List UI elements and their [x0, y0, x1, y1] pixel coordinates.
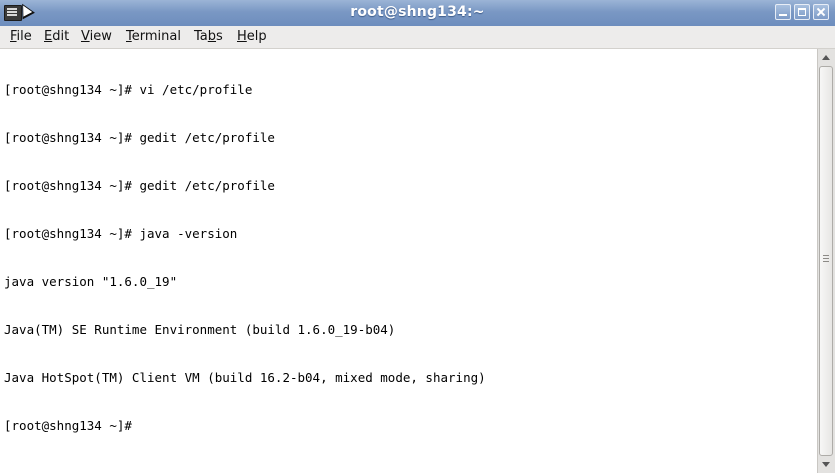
- menu-file[interactable]: File: [10, 29, 32, 44]
- terminal-output-area[interactable]: [root@shng134 ~]# vi /etc/profile [root@…: [0, 49, 817, 473]
- terminal-line: Java HotSpot(TM) Client VM (build 16.2-b…: [4, 370, 486, 385]
- terminal-line: [root@shng134 ~]# java -version: [4, 226, 238, 241]
- minimize-icon[interactable]: [775, 4, 791, 20]
- scroll-up-arrow-icon[interactable]: [819, 51, 833, 65]
- menu-edit-label: dit: [52, 29, 70, 44]
- menu-view-mnemonic: V: [81, 29, 90, 44]
- scroll-down-arrow-icon[interactable]: [819, 457, 833, 471]
- menu-terminal-label: erminal: [131, 29, 181, 44]
- maximize-icon[interactable]: [794, 4, 810, 20]
- menu-tabs-label-post: s: [216, 29, 223, 44]
- menu-edit[interactable]: Edit: [44, 29, 69, 44]
- terminal-line: [root@shng134 ~]# vi /etc/profile: [4, 82, 253, 97]
- menu-tabs[interactable]: Tabs: [194, 29, 223, 44]
- menu-view[interactable]: View: [81, 29, 112, 44]
- menu-file-label: ile: [16, 29, 32, 44]
- menu-help-label: elp: [246, 29, 267, 44]
- scrollbar-thumb[interactable]: [819, 66, 833, 456]
- vertical-scrollbar[interactable]: [817, 49, 835, 473]
- terminal-line: Java(TM) SE Runtime Environment (build 1…: [4, 322, 396, 337]
- close-icon[interactable]: [813, 4, 829, 20]
- terminal-line: [root@shng134 ~]# gedit /etc/profile: [4, 130, 275, 145]
- terminal-prompt-line: [root@shng134 ~]#: [4, 418, 132, 433]
- menu-bar: File Edit View Terminal Tabs Help: [0, 26, 835, 49]
- terminal-line: [root@shng134 ~]# gedit /etc/profile: [4, 178, 275, 193]
- menu-tabs-mnemonic: b: [207, 29, 217, 44]
- title-bar[interactable]: root@shng134:~: [0, 0, 835, 27]
- menu-edit-mnemonic: E: [44, 29, 53, 44]
- grip-icon: [823, 255, 829, 256]
- terminal-window: root@shng134:~ File Edit View Terminal T…: [0, 0, 835, 473]
- menu-help[interactable]: Help: [237, 29, 267, 44]
- menu-tabs-label-pre: Ta: [194, 29, 208, 44]
- window-title: root@shng134:~: [350, 4, 485, 20]
- menu-terminal[interactable]: Terminal: [126, 29, 181, 44]
- terminal-text: [root@shng134 ~]# vi /etc/profile [root@…: [4, 50, 486, 466]
- terminal-line: java version "1.6.0_19": [4, 274, 178, 289]
- menu-help-mnemonic: H: [237, 29, 247, 44]
- menu-view-label: iew: [89, 29, 112, 44]
